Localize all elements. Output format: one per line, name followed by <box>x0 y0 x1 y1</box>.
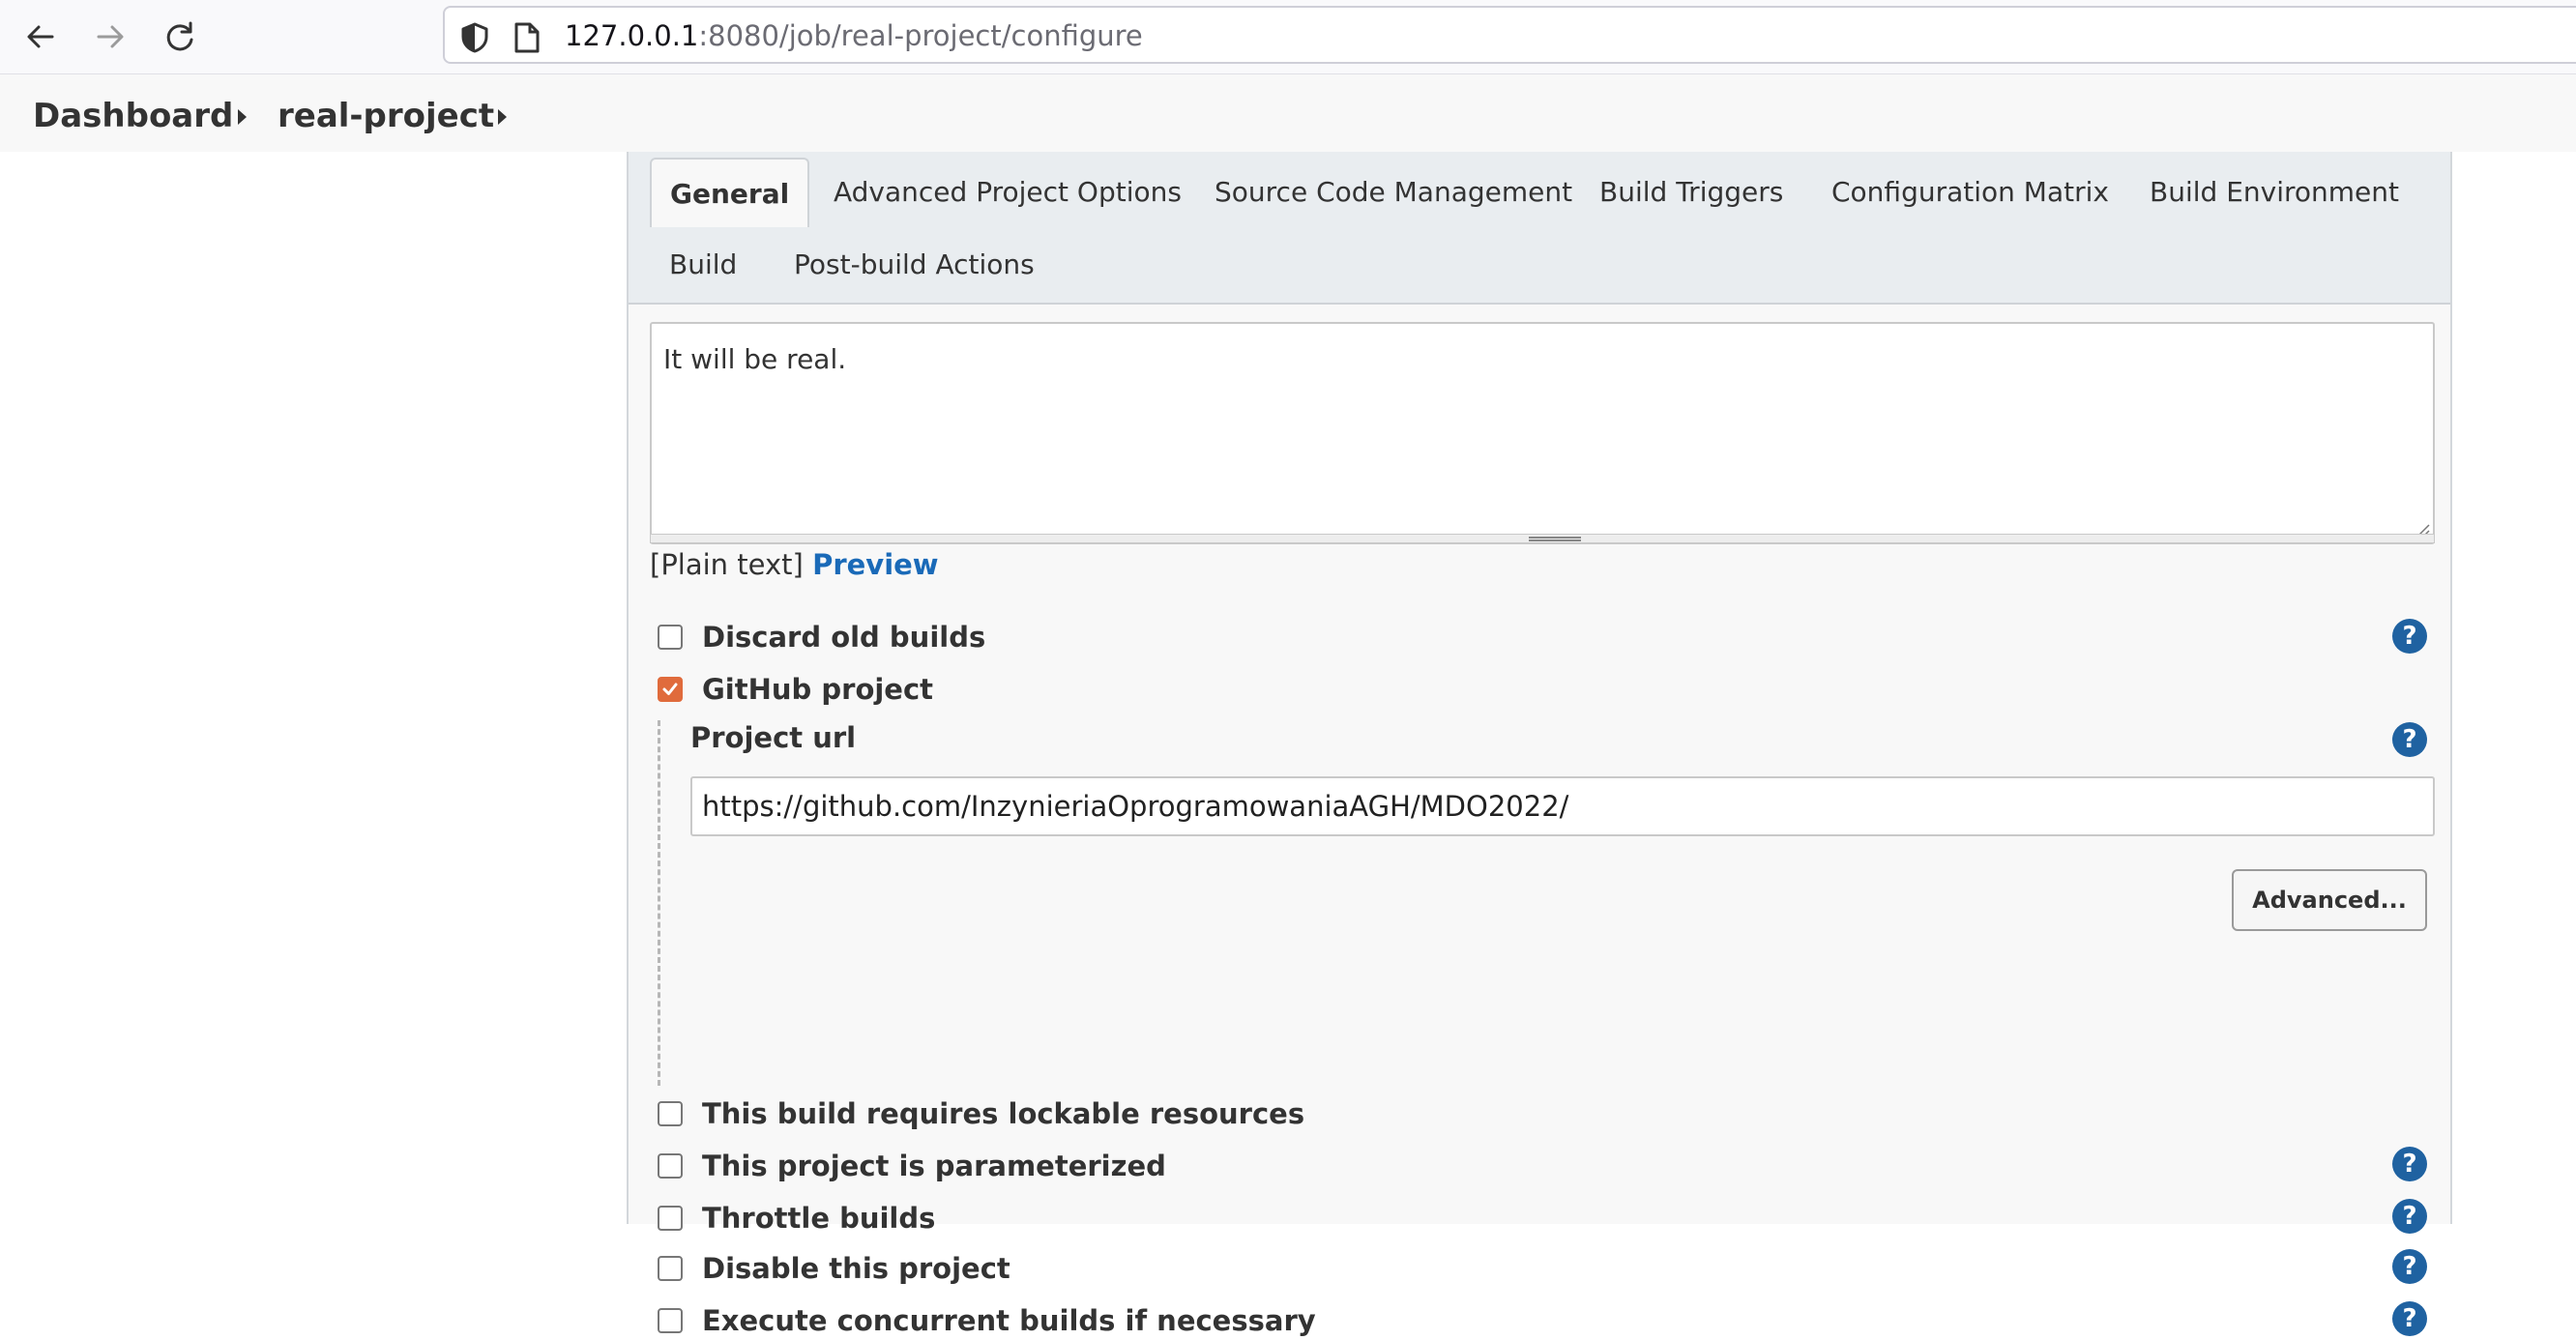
breadcrumb-real-project[interactable]: real-project <box>278 97 494 135</box>
option-label: GitHub project <box>702 673 934 706</box>
breadcrumb-chevron-icon[interactable] <box>498 109 507 125</box>
help-icon[interactable]: ? <box>2392 1147 2427 1181</box>
help-icon[interactable]: ? <box>2392 1249 2427 1284</box>
parameterized-checkbox[interactable] <box>658 1153 683 1179</box>
option-label: This build requires lockable resources <box>702 1097 1305 1130</box>
url-text: 127.0.0.1:8080/job/real-project/configur… <box>565 19 1143 52</box>
grip-line <box>1529 539 1581 541</box>
browser-toolbar: 127.0.0.1:8080/job/real-project/configur… <box>0 0 2576 74</box>
github-project-checkbox[interactable] <box>658 677 683 702</box>
advanced-button[interactable]: Advanced... <box>2232 869 2427 931</box>
breadcrumb-dashboard[interactable]: Dashboard <box>33 97 233 135</box>
breadcrumb-chevron-icon[interactable] <box>238 109 247 125</box>
description-textarea[interactable]: It will be real. <box>650 322 2435 544</box>
tab-post-build-actions[interactable]: Post-build Actions <box>794 248 1035 281</box>
page-icon <box>514 22 540 53</box>
description-text: It will be real. <box>663 343 847 375</box>
tab-general[interactable]: General <box>650 158 810 227</box>
help-icon[interactable]: ? <box>2392 1301 2427 1336</box>
disable-project-checkbox[interactable] <box>658 1256 683 1281</box>
throttle-builds-checkbox[interactable] <box>658 1206 683 1231</box>
arrow-right-icon <box>97 25 124 48</box>
config-panel: General Advanced Project Options Source … <box>627 152 2452 1337</box>
tab-source-code-management[interactable]: Source Code Management <box>1215 176 1572 209</box>
lockable-resources-checkbox[interactable] <box>658 1101 683 1126</box>
project-url-input[interactable]: https://github.com/InzynieriaOprogramowa… <box>690 776 2435 836</box>
option-label: Execute concurrent builds if necessary <box>702 1304 1316 1337</box>
option-label: Discard old builds <box>702 621 986 654</box>
textarea-grip[interactable] <box>650 534 2435 543</box>
option-label: Throttle builds <box>702 1202 936 1235</box>
discard-old-builds-checkbox[interactable] <box>658 625 683 650</box>
concurrent-builds-checkbox[interactable] <box>658 1308 683 1333</box>
shield-icon <box>461 22 488 53</box>
address-bar[interactable]: 127.0.0.1:8080/job/real-project/configur… <box>443 6 2576 64</box>
format-label: [Plain text] <box>650 548 804 581</box>
reload-icon <box>166 21 193 51</box>
tab-build-environment[interactable]: Build Environment <box>2150 176 2399 209</box>
reload-button[interactable] <box>159 15 201 58</box>
option-label: Disable this project <box>702 1252 1010 1285</box>
arrow-left-icon <box>27 25 54 48</box>
tab-build-triggers[interactable]: Build Triggers <box>1599 176 1783 209</box>
project-url-label: Project url <box>690 721 857 754</box>
tab-advanced-project-options[interactable]: Advanced Project Options <box>834 176 1182 209</box>
description-format: [Plain text] Preview <box>650 548 939 581</box>
tab-build[interactable]: Build <box>669 248 737 281</box>
help-icon[interactable]: ? <box>2392 619 2427 654</box>
nested-section-line <box>658 720 660 1086</box>
checkmark-icon <box>662 683 678 695</box>
grip-line <box>1529 537 1581 539</box>
option-label: This project is parameterized <box>702 1150 1166 1182</box>
config-tabbar: General Advanced Project Options Source … <box>629 152 2450 305</box>
preview-link[interactable]: Preview <box>812 548 939 581</box>
help-icon[interactable]: ? <box>2392 722 2427 757</box>
help-icon[interactable]: ? <box>2392 1199 2427 1234</box>
forward-button[interactable] <box>89 15 132 58</box>
back-button[interactable] <box>19 15 62 58</box>
tab-configuration-matrix[interactable]: Configuration Matrix <box>1831 176 2109 209</box>
breadcrumb: Dashboard real-project <box>0 74 2576 152</box>
